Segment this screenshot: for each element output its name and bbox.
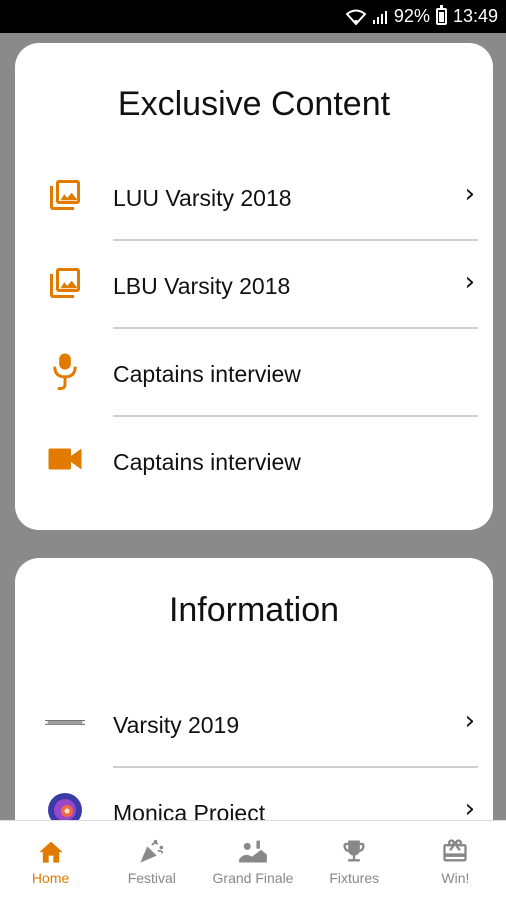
home-icon — [36, 836, 66, 866]
nav-home[interactable]: Home — [0, 821, 101, 900]
nav-label: Win! — [441, 869, 470, 886]
nav-grand-finale[interactable]: Grand Finale — [202, 821, 303, 900]
nav-label: Grand Finale — [212, 869, 294, 886]
chevron-right-icon: › — [464, 794, 475, 820]
leeds-varsity-logo — [45, 702, 85, 742]
nav-festival[interactable]: Festival — [101, 821, 202, 900]
list-item-luu-varsity[interactable]: LUU Varsity 2018 › — [15, 153, 493, 241]
videocam-icon — [45, 439, 85, 479]
nav-fixtures[interactable]: Fixtures — [304, 821, 405, 900]
list-item-label: LBU Varsity 2018 — [113, 273, 291, 299]
photo-library-icon — [45, 175, 85, 215]
card-title: Exclusive Content — [117, 85, 391, 123]
status-bar: 92% 13:49 — [0, 0, 506, 33]
list-item-captains-interview-video[interactable]: Captains interview — [15, 417, 493, 505]
card-title: Information — [168, 591, 340, 629]
list-item-label: LUU Varsity 2018 — [113, 185, 292, 211]
nav-label: Fixtures — [329, 869, 380, 886]
battery-icon — [435, 5, 447, 25]
list-item-monica-project[interactable]: Monica Project › — [15, 768, 493, 820]
list-item-varsity-2019[interactable]: Varsity 2019 › — [15, 680, 493, 768]
list-item-label: Varsity 2019 — [113, 712, 240, 738]
nav-label: Festival — [127, 869, 176, 886]
monica-project-logo — [45, 790, 85, 820]
scroll-content[interactable]: Exclusive Content LUU Varsity 2018 › LBU… — [0, 33, 506, 820]
party-popper-icon — [137, 836, 167, 866]
bottom-navigation: Home Festival Grand Finale Fixtures Win! — [0, 820, 506, 900]
microphone-icon — [45, 351, 85, 391]
list-item-captains-interview-audio[interactable]: Captains interview — [15, 329, 493, 417]
wifi-icon — [345, 9, 366, 25]
chevron-right-icon: › — [464, 706, 475, 736]
list-item-lbu-varsity[interactable]: LBU Varsity 2018 › — [15, 241, 493, 329]
list-item-label: Captains interview — [113, 449, 301, 475]
exclusive-content-card: Exclusive Content LUU Varsity 2018 › LBU… — [15, 43, 493, 530]
information-card: Information Varsity 2019 › Monica Projec… — [15, 558, 493, 820]
list-item-label: Captains interview — [113, 361, 301, 387]
photo-library-icon — [45, 263, 85, 303]
list-item-label: Monica Project — [113, 800, 266, 820]
signal-icon — [372, 9, 388, 25]
chevron-right-icon: › — [464, 179, 475, 209]
trophy-icon — [339, 836, 369, 866]
gift-icon — [440, 836, 470, 866]
battery-percent: 92% — [393, 6, 430, 26]
chevron-right-icon: › — [464, 267, 475, 297]
grand-finale-icon — [238, 836, 268, 866]
nav-win[interactable]: Win! — [405, 821, 506, 900]
nav-label: Home — [31, 869, 70, 886]
clock: 13:49 — [452, 6, 498, 26]
